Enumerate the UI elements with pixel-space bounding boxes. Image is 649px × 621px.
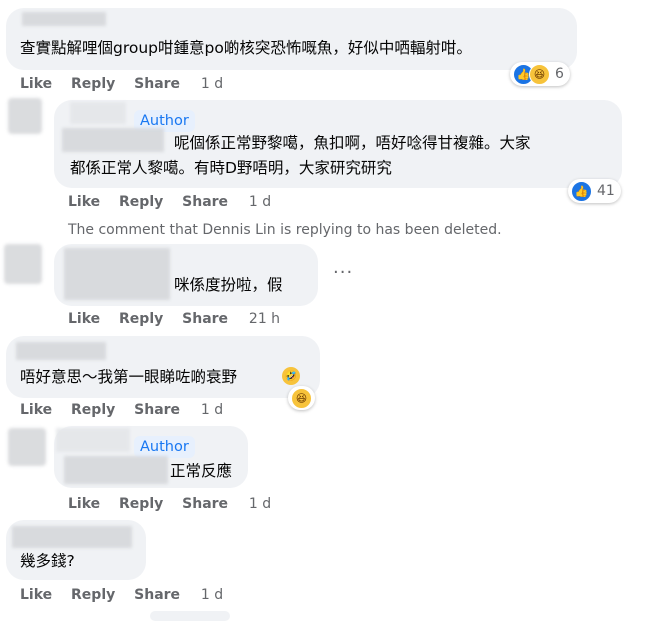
reaction-summary[interactable]: 👍 😆 6: [510, 62, 570, 86]
like-icon: 👍: [571, 180, 592, 202]
timestamp[interactable]: 1 d: [201, 76, 223, 92]
reaction-count: 6: [555, 66, 564, 82]
reaction-summary[interactable]: 👍 41: [568, 179, 621, 203]
share-button[interactable]: Share: [182, 194, 228, 210]
rofl-emoji-icon: 🤣: [282, 367, 300, 385]
deleted-notice: The comment that Dennis Lin is replying …: [68, 222, 502, 238]
comment-actions: Like Reply Share 1 d: [20, 587, 237, 603]
avatar[interactable]: [8, 428, 46, 466]
avatar[interactable]: [4, 244, 42, 284]
comment-text-line: 都係正常人黎噶。有時D野唔明，大家研究研究: [70, 159, 392, 177]
comment-text-line: 呢個係正常野黎噶，魚扣啊，唔好唸得甘複雜。大家: [174, 134, 531, 152]
reply-button[interactable]: Reply: [119, 311, 163, 327]
like-button[interactable]: Like: [20, 587, 52, 603]
haha-icon: 😆: [291, 387, 312, 409]
timestamp[interactable]: 1 d: [249, 496, 271, 512]
more-options-icon[interactable]: ···: [333, 262, 353, 283]
like-button[interactable]: Like: [20, 402, 52, 418]
share-button[interactable]: Share: [134, 587, 180, 603]
timestamp[interactable]: 1 d: [201, 587, 223, 603]
author-badge: Author: [134, 436, 195, 458]
comment-actions: Like Reply Share 1 d: [68, 496, 285, 512]
comment-actions: Like Reply Share 1 d: [68, 194, 285, 210]
redacted-name: [16, 342, 106, 360]
redacted-name: [62, 128, 164, 152]
redacted-name: [64, 248, 170, 300]
share-button[interactable]: Share: [182, 311, 228, 327]
redacted-name: [12, 526, 132, 548]
comment-actions: Like Reply Share 21 h: [68, 311, 294, 327]
haha-icon: 😆: [529, 63, 550, 85]
redacted-name: [56, 428, 130, 452]
share-button[interactable]: Share: [134, 76, 180, 92]
like-button[interactable]: Like: [68, 496, 100, 512]
share-button[interactable]: Share: [134, 402, 180, 418]
comment-actions: Like Reply Share 1 d: [20, 402, 237, 418]
timestamp[interactable]: 1 d: [249, 194, 271, 210]
like-button[interactable]: Like: [68, 194, 100, 210]
comment-text: 唔好意思～我第一眼睇咗啲衰野: [20, 368, 238, 386]
reply-button[interactable]: Reply: [71, 402, 115, 418]
like-button[interactable]: Like: [68, 311, 100, 327]
comment-actions: Like Reply Share 1 d: [20, 76, 237, 92]
reaction-summary[interactable]: 😆: [288, 386, 315, 410]
reaction-count: 41: [597, 183, 615, 199]
share-button[interactable]: Share: [182, 496, 228, 512]
redacted-name: [64, 456, 168, 484]
like-button[interactable]: Like: [20, 76, 52, 92]
reply-button[interactable]: Reply: [119, 496, 163, 512]
redacted-name: [70, 102, 126, 124]
reply-button[interactable]: Reply: [71, 76, 115, 92]
timestamp[interactable]: 21 h: [249, 311, 280, 327]
reply-button[interactable]: Reply: [71, 587, 115, 603]
comment-text: 咪係度扮啦，假: [174, 276, 283, 294]
comment-bubble: [150, 611, 230, 621]
redacted-name: [22, 12, 106, 26]
reply-button[interactable]: Reply: [119, 194, 163, 210]
comment-text: 幾多錢?: [20, 552, 75, 570]
avatar[interactable]: [8, 98, 42, 134]
timestamp[interactable]: 1 d: [201, 402, 223, 418]
comment-text: 正常反應: [170, 462, 233, 480]
comment-text: 查實點解哩個group咁鍾意po啲核突恐怖嘅魚，好似中哂輻射咁。: [20, 39, 472, 57]
